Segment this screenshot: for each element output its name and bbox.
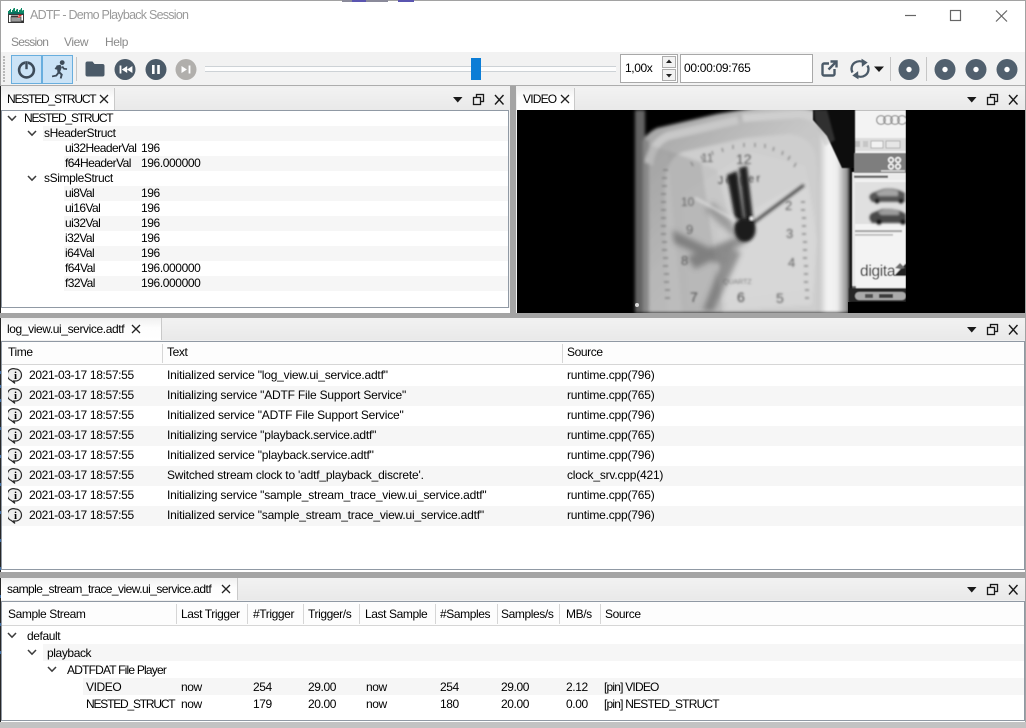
svg-text:12: 12 bbox=[736, 151, 752, 167]
svg-text:3: 3 bbox=[786, 226, 793, 241]
svg-text:8: 8 bbox=[681, 253, 688, 268]
svg-text:5: 5 bbox=[776, 290, 784, 306]
svg-text:digita: digita bbox=[860, 263, 896, 280]
svg-text:10: 10 bbox=[681, 195, 695, 209]
svg-text:11: 11 bbox=[701, 151, 714, 165]
svg-text:i: i bbox=[14, 390, 17, 402]
svg-text:6: 6 bbox=[737, 289, 745, 305]
svg-text:i: i bbox=[14, 370, 17, 382]
svg-text:9: 9 bbox=[686, 222, 693, 237]
svg-text:i: i bbox=[14, 470, 17, 482]
svg-text:7: 7 bbox=[690, 289, 698, 305]
svg-text:4: 4 bbox=[788, 255, 795, 270]
svg-text:i: i bbox=[14, 490, 17, 502]
svg-text:i: i bbox=[14, 510, 17, 522]
svg-text:i: i bbox=[14, 410, 17, 422]
svg-text:i: i bbox=[14, 450, 17, 462]
svg-text:i: i bbox=[14, 430, 17, 442]
svg-text:2: 2 bbox=[785, 198, 792, 213]
